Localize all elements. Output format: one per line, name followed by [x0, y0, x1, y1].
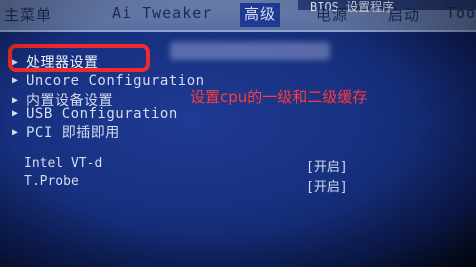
setting-label-intel-vt-d: Intel VT-d: [24, 156, 103, 171]
arrow-right-icon: ▶: [12, 108, 19, 119]
arrow-right-icon: ▶: [12, 127, 19, 138]
submenu-item-pci-pnp[interactable]: ▶ PCI 即插即用: [12, 122, 120, 142]
submenu-item-label: Uncore Configuration: [26, 73, 205, 89]
submenu-item-label: USB Configuration: [26, 106, 178, 122]
arrow-right-icon: ▶: [12, 95, 19, 106]
menu-item-ai-tweaker[interactable]: Ai Tweaker: [112, 4, 212, 22]
submenu-item-usb-configuration[interactable]: ▶ USB Configuration: [12, 106, 178, 122]
bios-screen: BIOS 设置程序 主菜单 Ai Tweaker 高级 电源 启动 Too ▶ 处…: [0, 0, 476, 267]
menu-item-advanced[interactable]: 高级: [240, 3, 281, 27]
setting-label-t-probe: T.Probe: [24, 174, 79, 189]
arrow-right-icon: ▶: [12, 75, 19, 86]
submenu-item-uncore-configuration[interactable]: ▶ Uncore Configuration: [12, 73, 205, 89]
annotation-text: 设置cpu的一级和二级缓存: [190, 88, 368, 106]
redacted-area: [170, 42, 330, 60]
menu-item-power[interactable]: 电源: [316, 4, 348, 25]
setting-value-intel-vt-d[interactable]: [开启]: [306, 156, 348, 175]
highlight-box: [8, 44, 150, 72]
menu-item-main[interactable]: 主菜单: [4, 4, 52, 25]
setting-value-t-probe[interactable]: [开启]: [306, 176, 348, 195]
submenu-item-label: PCI 即插即用: [26, 125, 120, 141]
menu-bar: BIOS 设置程序 主菜单 Ai Tweaker 高级 电源 启动 Too: [0, 0, 476, 32]
menu-item-boot[interactable]: 启动: [388, 4, 420, 25]
menu-item-tool[interactable]: Too: [446, 4, 476, 22]
